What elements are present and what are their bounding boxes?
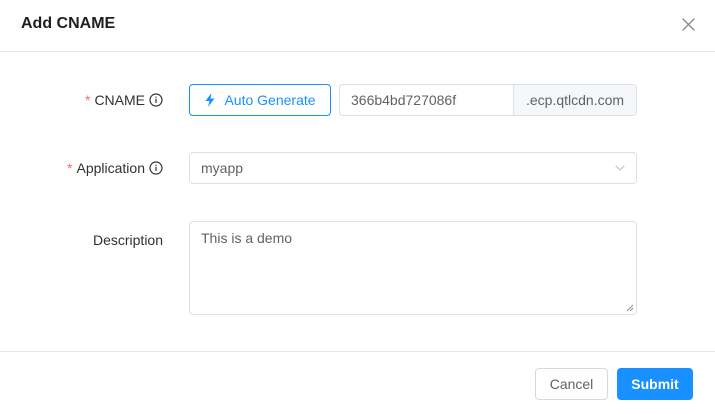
description-label: Description bbox=[93, 230, 163, 250]
application-selected-value: myapp bbox=[201, 160, 244, 176]
info-icon[interactable] bbox=[149, 93, 163, 107]
required-mark: * bbox=[84, 92, 91, 108]
submit-button[interactable]: Submit bbox=[617, 368, 693, 400]
cname-input-group: 366b4bd727086f .ecp.qtlcdn.com bbox=[339, 84, 637, 116]
description-label-text: Description bbox=[92, 232, 163, 248]
application-label-text: Application bbox=[76, 160, 146, 176]
cname-domain-suffix: .ecp.qtlcdn.com bbox=[513, 84, 637, 116]
chevron-down-icon bbox=[615, 165, 625, 171]
cname-label-text: CNAME bbox=[94, 92, 145, 108]
add-cname-dialog: Add CNAME * CNAME Auto Generate 366b4bd7… bbox=[0, 0, 715, 414]
close-button[interactable] bbox=[678, 14, 700, 36]
dialog-title: Add CNAME bbox=[21, 15, 116, 32]
cname-input[interactable]: 366b4bd727086f bbox=[339, 84, 513, 116]
cancel-button[interactable]: Cancel bbox=[535, 368, 608, 400]
lightning-icon bbox=[205, 93, 215, 107]
application-select[interactable]: myapp bbox=[189, 152, 637, 184]
auto-generate-button[interactable]: Auto Generate bbox=[189, 84, 331, 116]
application-label: * Application bbox=[67, 158, 163, 178]
description-value: This is a demo bbox=[201, 230, 293, 246]
dialog-header: Add CNAME bbox=[0, 0, 715, 52]
required-mark: * bbox=[67, 160, 73, 176]
info-icon[interactable] bbox=[149, 161, 163, 175]
close-icon bbox=[682, 18, 695, 31]
description-textarea[interactable]: This is a demo bbox=[189, 221, 637, 315]
auto-generate-label: Auto Generate bbox=[224, 92, 316, 108]
cname-label: * CNAME bbox=[85, 90, 163, 110]
resize-handle-icon[interactable] bbox=[626, 304, 634, 312]
